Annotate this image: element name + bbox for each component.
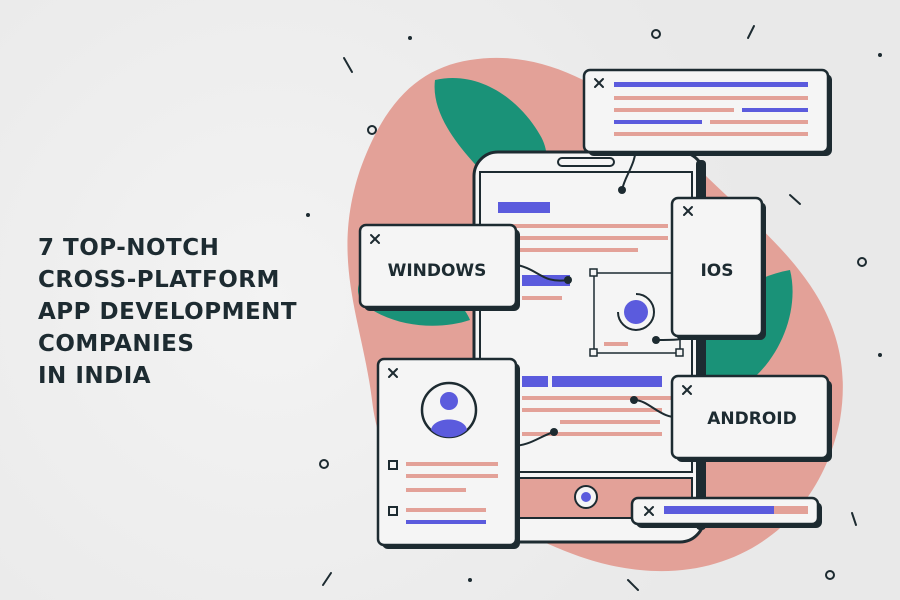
windows-label: WINDOWS [388,261,487,281]
android-card: ANDROID [670,374,832,462]
progress-card [630,496,822,528]
profile-card [376,357,520,549]
avatar-icon [420,381,478,439]
android-label: ANDROID [707,409,796,429]
ios-card: IOS [670,196,766,340]
code-card [582,68,832,156]
ios-label: IOS [700,261,733,281]
windows-card: WINDOWS [358,223,520,311]
illustration: WINDOWS IOS ANDROID [306,25,882,591]
